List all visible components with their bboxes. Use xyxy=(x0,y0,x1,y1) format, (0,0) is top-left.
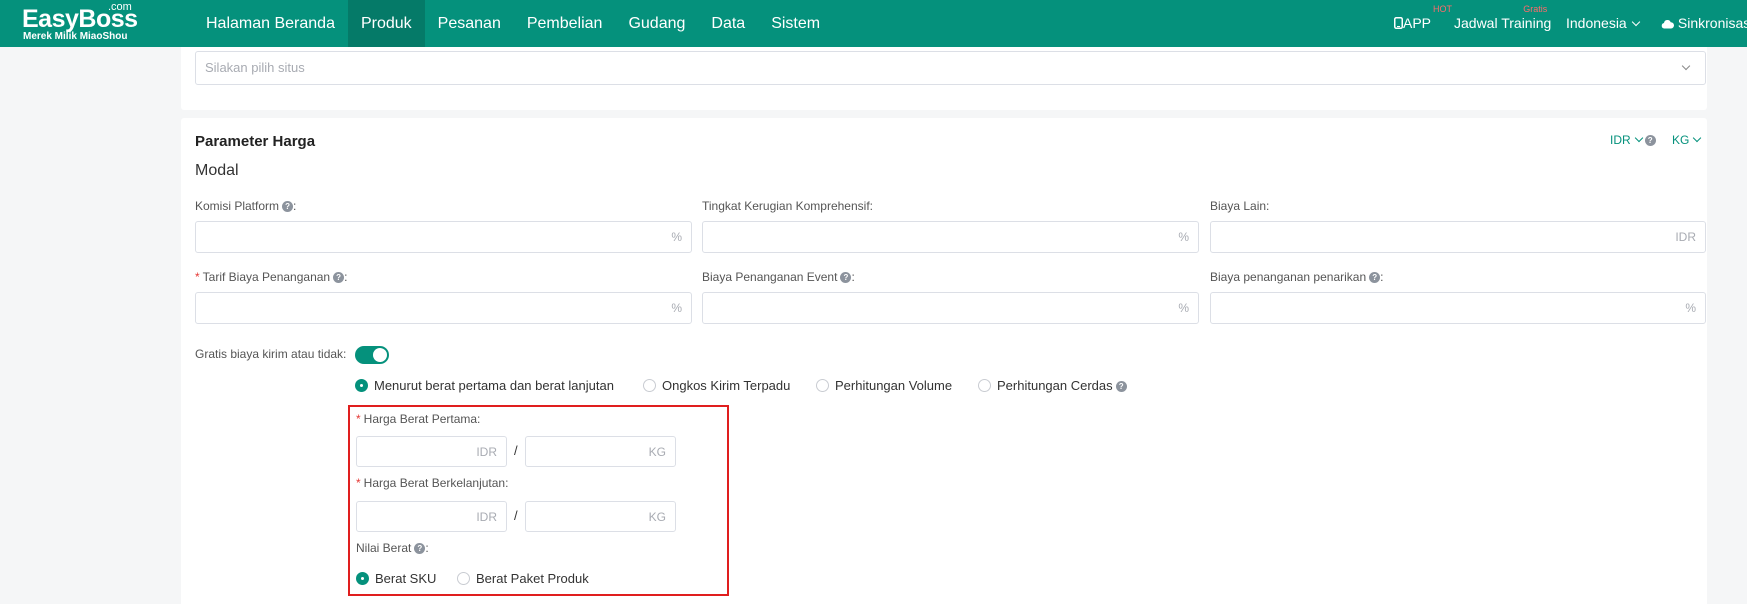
weight-unit-dropdown[interactable]: KG xyxy=(1672,132,1702,148)
brand-logo[interactable]: EasyBoss .com Merek Milik MiaoShou xyxy=(22,1,172,44)
radio-unchecked-icon xyxy=(978,379,991,392)
nav-item-data[interactable]: Data xyxy=(698,0,758,47)
language-dropdown[interactable]: Indonesia xyxy=(1566,0,1640,47)
language-label: Indonesia xyxy=(1566,15,1627,31)
currency-label: IDR xyxy=(1610,133,1631,147)
nav-item-pembelian[interactable]: Pembelian xyxy=(514,0,616,47)
help-icon[interactable]: ? xyxy=(333,272,345,284)
chevron-down-icon xyxy=(1634,133,1643,143)
training-label: Jadwal Training xyxy=(1454,15,1552,31)
highlight-box xyxy=(348,405,729,596)
top-navigation-bar: EasyBoss .com Merek Milik MiaoShou Halam… xyxy=(0,0,1747,47)
percent-suffix: % xyxy=(1178,230,1189,244)
help-icon[interactable]: ? xyxy=(1369,272,1381,284)
percent-suffix: % xyxy=(671,230,682,244)
cloud-icon xyxy=(1661,20,1675,29)
site-select[interactable]: Silakan pilih situs xyxy=(195,51,1706,85)
radio-unchecked-icon xyxy=(643,379,656,392)
currency-dropdown[interactable]: IDR? xyxy=(1610,132,1656,148)
shipping-method-flat[interactable]: Ongkos Kirim Terpadu xyxy=(643,378,790,394)
chevron-down-icon xyxy=(1681,61,1691,71)
main-nav: Halaman Beranda Produk Pesanan Pembelian… xyxy=(193,0,833,47)
help-icon[interactable]: ? xyxy=(282,201,294,213)
help-icon[interactable]: ? xyxy=(1115,381,1127,393)
currency-suffix: IDR xyxy=(1675,230,1696,244)
shipping-method-smart[interactable]: Perhitungan Cerdas? xyxy=(978,378,1127,394)
required-mark: * xyxy=(195,270,200,284)
percent-suffix: % xyxy=(1178,301,1189,315)
other-cost-input[interactable]: IDR xyxy=(1210,221,1706,253)
cost-subtitle: Modal xyxy=(195,162,239,179)
brand-tagline: Merek Milik MiaoShou xyxy=(23,31,128,42)
sync-button[interactable]: Sinkronisasi xyxy=(1661,0,1747,47)
shipping-method-first-continued[interactable]: Menurut berat pertama dan berat lanjutan xyxy=(355,378,614,394)
radio-checked-icon xyxy=(355,379,368,392)
free-badge: Gratis xyxy=(1523,4,1548,14)
withdraw-fee-input[interactable]: % xyxy=(1210,292,1706,324)
site-select-placeholder: Silakan pilih situs xyxy=(205,60,305,75)
shipping-method-volume[interactable]: Perhitungan Volume xyxy=(816,378,952,394)
app-label: APP xyxy=(1403,15,1432,31)
mobile-phone-icon xyxy=(1394,17,1403,29)
loss-rate-label: Tingkat Kerugian Komprehensif: xyxy=(702,199,873,213)
nav-item-sistem[interactable]: Sistem xyxy=(758,0,833,47)
nav-item-gudang[interactable]: Gudang xyxy=(615,0,698,47)
event-fee-input[interactable]: % xyxy=(702,292,1199,324)
training-schedule-link[interactable]: Jadwal Training Gratis xyxy=(1454,0,1551,47)
platform-commission-input[interactable]: % xyxy=(195,221,692,253)
toggle-knob xyxy=(373,348,387,362)
nav-item-produk[interactable]: Produk xyxy=(347,0,425,47)
app-link[interactable]: APP HOT xyxy=(1394,0,1452,47)
percent-suffix: % xyxy=(671,301,682,315)
chevron-down-icon xyxy=(1693,133,1702,143)
handling-fee-input[interactable]: % xyxy=(195,292,692,324)
event-fee-label: Biaya Penanganan Event?: xyxy=(702,270,855,284)
radio-unchecked-icon xyxy=(816,379,829,392)
free-shipping-label: Gratis biaya kirim atau tidak: xyxy=(195,347,347,361)
handling-fee-label: * Tarif Biaya Penanganan?: xyxy=(195,270,348,284)
nav-item-pesanan[interactable]: Pesanan xyxy=(425,0,514,47)
percent-suffix: % xyxy=(1685,301,1696,315)
withdraw-fee-label: Biaya penanganan penarikan?: xyxy=(1210,270,1384,284)
brand-suffix: .com xyxy=(108,1,132,13)
section-title: Parameter Harga xyxy=(195,133,316,150)
hot-badge: HOT xyxy=(1433,4,1453,14)
weight-unit-label: KG xyxy=(1672,133,1690,147)
help-icon[interactable]: ? xyxy=(1644,135,1656,147)
help-icon[interactable]: ? xyxy=(840,272,852,284)
other-cost-label: Biaya Lain: xyxy=(1210,199,1270,213)
site-panel: Silakan pilih situs xyxy=(181,47,1707,110)
nav-item-beranda[interactable]: Halaman Beranda xyxy=(193,0,348,47)
free-shipping-toggle[interactable] xyxy=(355,346,389,364)
loss-rate-input[interactable]: % xyxy=(702,221,1199,253)
chevron-down-icon xyxy=(1631,17,1640,27)
sync-label: Sinkronisasi xyxy=(1677,15,1747,31)
platform-commission-label: Komisi Platform?: xyxy=(195,199,297,213)
